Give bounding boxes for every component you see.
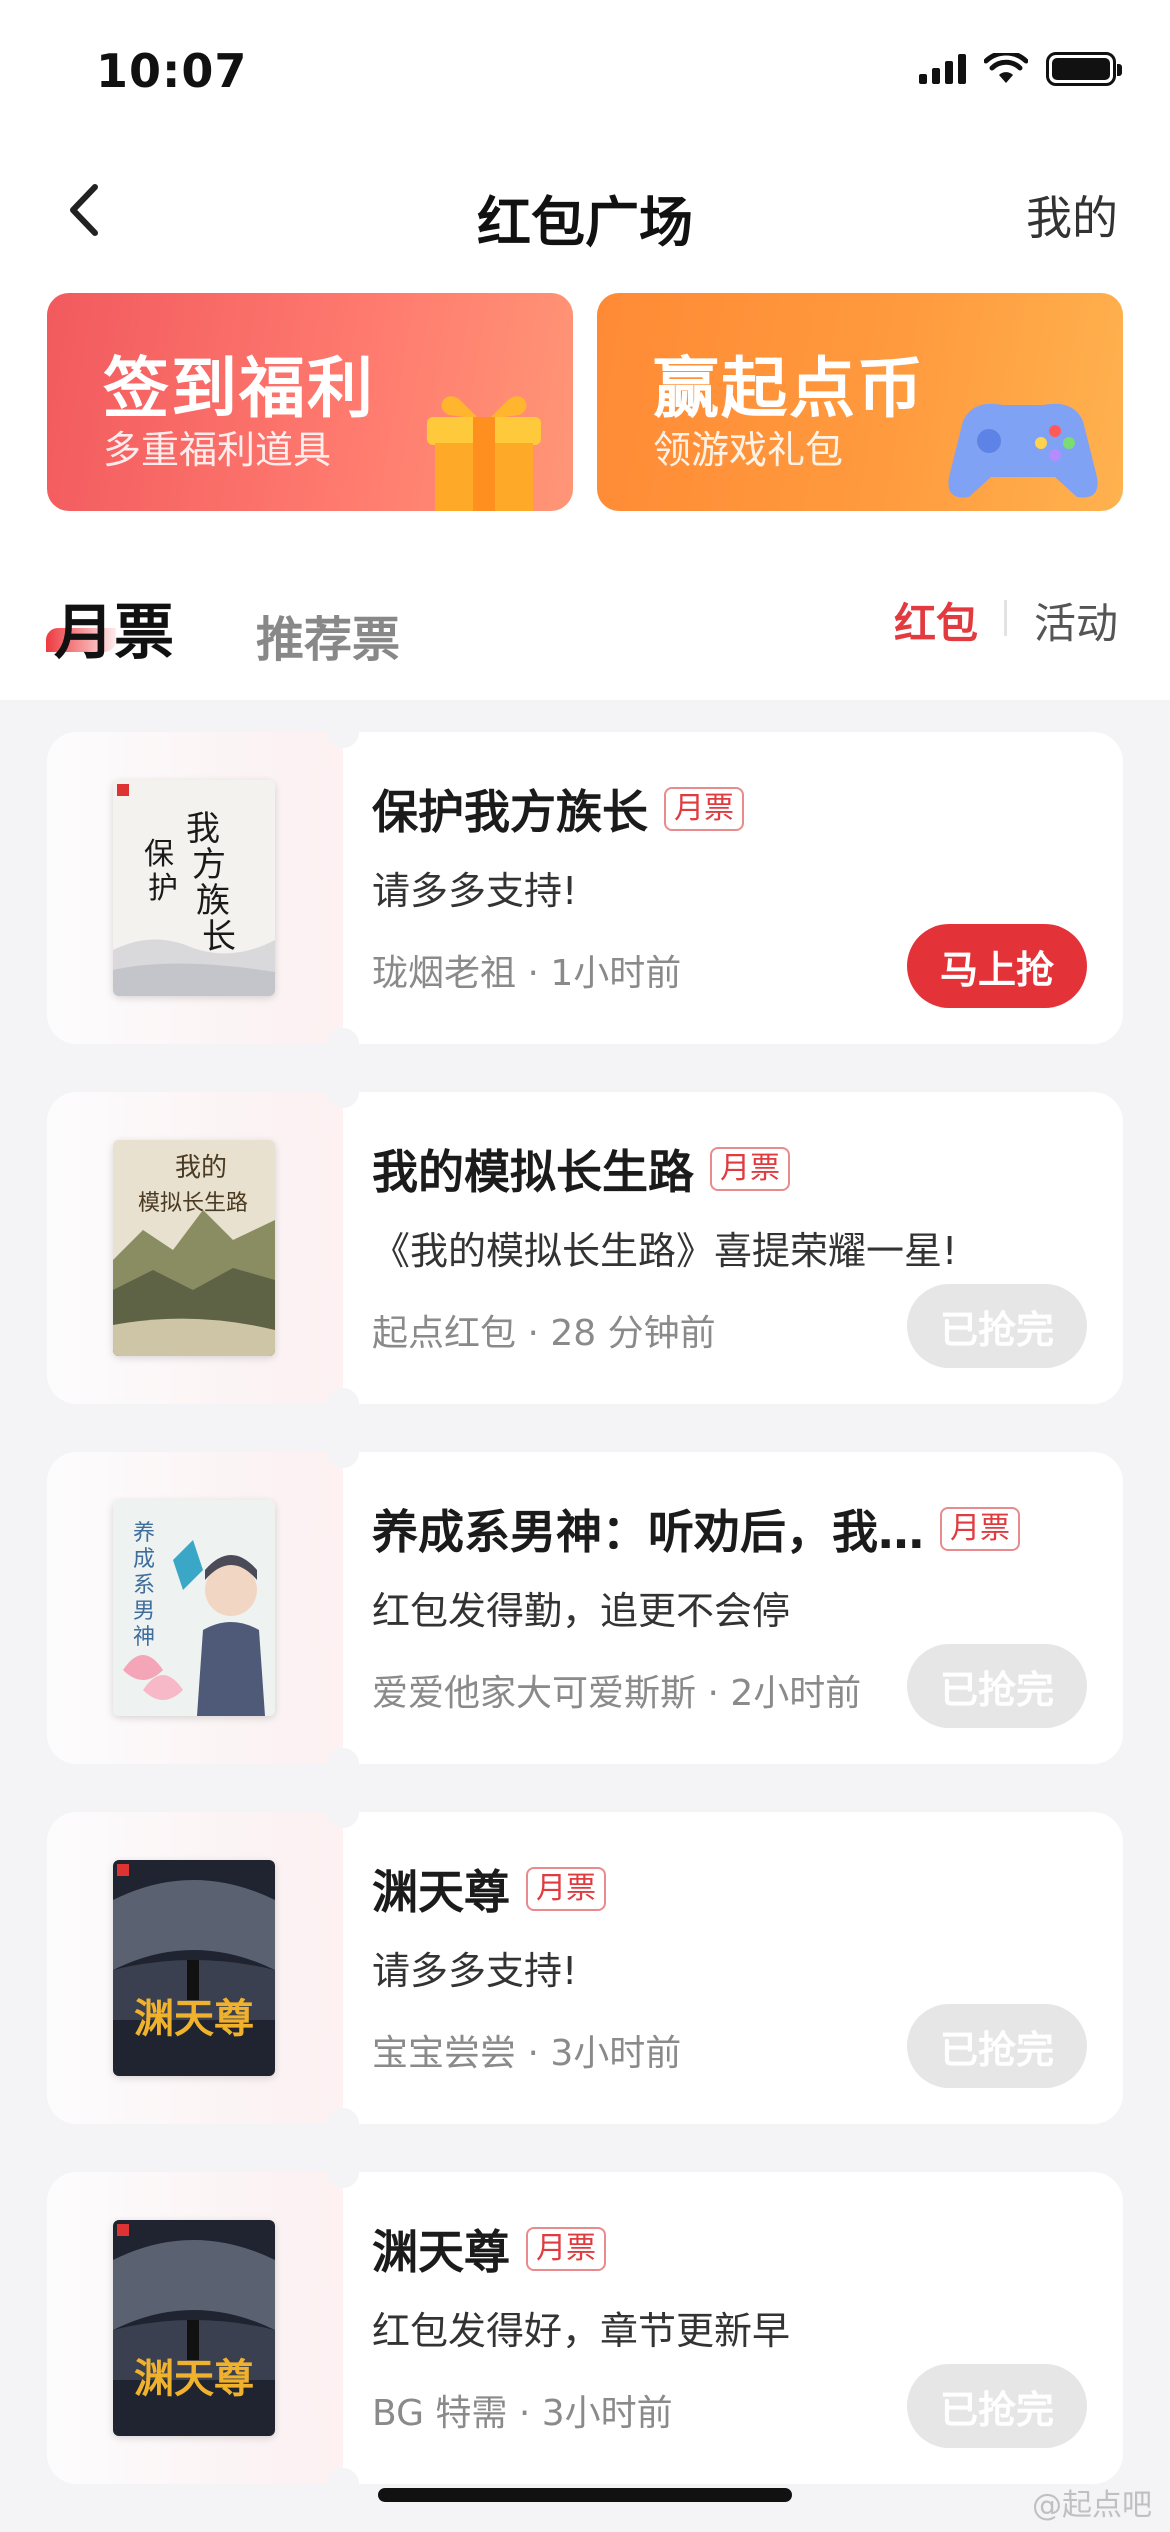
cover-title-2: 方: [192, 845, 226, 885]
book-cover-image: 渊天尊: [113, 2220, 275, 2436]
tab-monthly-ticket[interactable]: 月票: [54, 584, 174, 671]
svg-text:渊天尊: 渊天尊: [134, 2355, 254, 2402]
wifi-icon: [984, 53, 1028, 83]
cover-title-4: 长: [202, 917, 236, 957]
grab-button[interactable]: 马上抢: [907, 924, 1087, 1008]
book-cover-image: 渊天尊: [113, 1860, 275, 2076]
banner-subtitle: 多重福利道具: [103, 428, 332, 472]
banner-subtitle: 领游戏礼包: [653, 428, 844, 472]
card-title-row: 渊天尊 月票: [372, 2216, 606, 2282]
packet-meta: 起点红包 · 28 分钟前: [372, 1313, 716, 1354]
cover-title-1: 我: [186, 809, 220, 849]
svg-text:男: 男: [133, 1599, 155, 1624]
packet-meta: 爱爱他家大可爱斯斯 · 2小时前: [372, 1673, 862, 1714]
packet-message: 红包发得好，章节更新早: [372, 2309, 791, 2353]
signal-icon: [919, 54, 966, 84]
packet-meta: 宝宝尝尝 · 3小时前: [372, 2033, 682, 2074]
gamepad-icon: [948, 403, 1098, 498]
list-item[interactable]: 养 成 系 男 神 养成系男神：听劝后，我… 月票 红包发得勤，追更不会停 爱爱…: [47, 1452, 1123, 1764]
grab-button[interactable]: 已抢完: [907, 1644, 1087, 1728]
card-title-row: 养成系男神：听劝后，我… 月票: [372, 1496, 1020, 1562]
monthly-ticket-tag: 月票: [526, 2227, 606, 2271]
home-indicator[interactable]: [378, 2488, 792, 2502]
svg-text:系: 系: [133, 1573, 155, 1598]
packet-meta: BG 特需 · 3小时前: [372, 2393, 673, 2434]
list-item[interactable]: 我的 模拟长生路 我的模拟长生路 月票 《我的模拟长生路》喜提荣耀一星! 起点红…: [47, 1092, 1123, 1404]
filter-divider: [1004, 600, 1007, 636]
filter-red-packet[interactable]: 红包: [894, 590, 978, 651]
packet-meta: 珑烟老祖 · 1小时前: [372, 953, 682, 994]
banner-title: 赢起点币: [653, 350, 925, 427]
card-title-row: 保护我方族长 月票: [372, 776, 744, 842]
book-cover[interactable]: 养 成 系 男 神: [113, 1500, 275, 1716]
svg-text:模拟长生路: 模拟长生路: [138, 1191, 248, 1216]
banner-title: 签到福利: [103, 350, 375, 427]
tabs-row: 月票 推荐票 红包 活动: [0, 560, 1170, 680]
monthly-ticket-tag: 月票: [664, 787, 744, 831]
monthly-ticket-tag: 月票: [940, 1507, 1020, 1551]
packet-message: 请多多支持!: [372, 869, 578, 913]
svg-text:成: 成: [133, 1547, 155, 1572]
cover-title-3: 族: [196, 881, 230, 921]
svg-text:保: 保: [144, 837, 174, 872]
list-item[interactable]: 渊天尊 渊天尊 月票 请多多支持! 宝宝尝尝 · 3小时前 已抢完: [47, 1812, 1123, 2124]
monthly-ticket-tag: 月票: [526, 1867, 606, 1911]
gift-icon: [427, 396, 541, 511]
coin-banner[interactable]: 赢起点币 领游戏礼包: [597, 293, 1123, 511]
my-link[interactable]: 我的: [1026, 182, 1118, 248]
watermark: @起点吧: [1032, 2488, 1152, 2523]
packet-message: 请多多支持!: [372, 1949, 578, 1993]
battery-icon: [1046, 52, 1122, 86]
packet-message: 《我的模拟长生路》喜提荣耀一星!: [372, 1229, 958, 1273]
nav-bar: 红包广场 我的: [0, 160, 1170, 260]
book-cover-image: 我 方 族 长 保 护: [113, 780, 275, 996]
book-cover[interactable]: 我 方 族 长 保 护: [113, 780, 275, 996]
book-cover[interactable]: 渊天尊: [113, 1860, 275, 2076]
book-cover[interactable]: 我的 模拟长生路: [113, 1140, 275, 1356]
svg-text:我的: 我的: [175, 1153, 227, 1183]
svg-text:护: 护: [148, 871, 178, 906]
book-title: 养成系男神：听劝后，我…: [372, 1505, 924, 1559]
grab-button[interactable]: 已抢完: [907, 2364, 1087, 2448]
status-icons: [919, 52, 1122, 86]
list-item[interactable]: 渊天尊 渊天尊 月票 红包发得好，章节更新早 BG 特需 · 3小时前 已抢完: [47, 2172, 1123, 2484]
grab-button[interactable]: 已抢完: [907, 2004, 1087, 2088]
filter-activity[interactable]: 活动: [1034, 590, 1118, 651]
tab-recommend-ticket[interactable]: 推荐票: [256, 600, 400, 670]
red-packet-list: 我 方 族 长 保 护 保护我方族长 月票 请多多支持! 珑烟老祖 · 1小时前…: [47, 732, 1123, 2532]
packet-message: 红包发得勤，追更不会停: [372, 1589, 791, 1633]
page-title: 红包广场: [477, 191, 693, 254]
svg-text:神: 神: [133, 1625, 155, 1650]
status-time: 10:07: [96, 44, 248, 98]
list-item[interactable]: 我 方 族 长 保 护 保护我方族长 月票 请多多支持! 珑烟老祖 · 1小时前…: [47, 732, 1123, 1044]
book-title: 我的模拟长生路: [372, 1145, 694, 1199]
svg-text:渊天尊: 渊天尊: [134, 1995, 254, 2042]
grab-button[interactable]: 已抢完: [907, 1284, 1087, 1368]
monthly-ticket-tag: 月票: [710, 1147, 790, 1191]
card-title-row: 渊天尊 月票: [372, 1856, 606, 1922]
svg-text:养: 养: [133, 1521, 155, 1546]
checkin-banner[interactable]: 签到福利 多重福利道具: [47, 293, 573, 511]
book-title: 渊天尊: [372, 2225, 510, 2279]
book-cover[interactable]: 渊天尊: [113, 2220, 275, 2436]
book-title: 渊天尊: [372, 1865, 510, 1919]
book-cover-image: 我的 模拟长生路: [113, 1140, 275, 1356]
book-cover-image: 养 成 系 男 神: [113, 1500, 275, 1716]
card-title-row: 我的模拟长生路 月票: [372, 1136, 790, 1202]
status-bar: 10:07: [0, 0, 1170, 150]
book-title: 保护我方族长: [372, 785, 648, 839]
